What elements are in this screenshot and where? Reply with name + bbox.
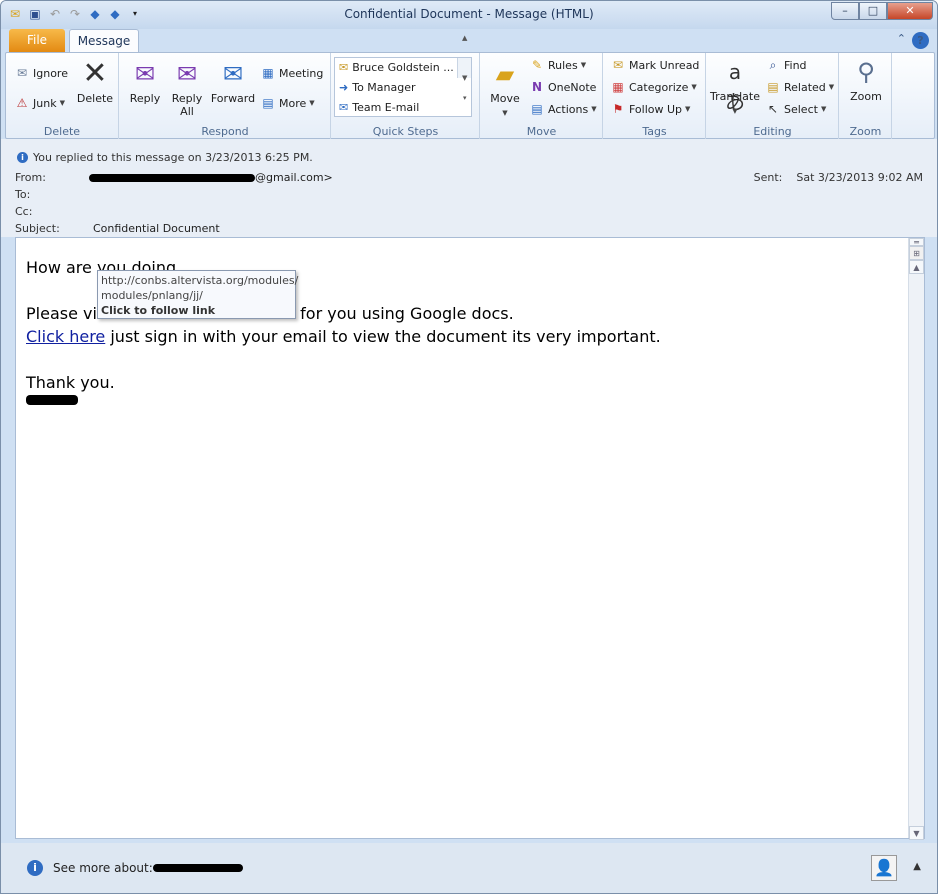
junk-icon: ⚠ bbox=[16, 96, 28, 110]
folder-icon: ▰ bbox=[495, 60, 515, 88]
more-respond-button[interactable]: ▤ More ▼ bbox=[260, 95, 314, 111]
related-icon: ▤ bbox=[767, 80, 779, 94]
flag-icon: ⚑ bbox=[612, 102, 624, 116]
collapse-ribbon-icon[interactable]: ⌃ bbox=[897, 32, 906, 49]
message-header: i You replied to this message on 3/23/201… bbox=[1, 139, 937, 237]
message-body-pane: How are you doing. Please vi ded for you … bbox=[15, 237, 925, 840]
quick-steps-gallery: ✉ Bruce Goldstein ... ➜ To Manager ✉ Team E… bbox=[334, 34, 472, 118]
window-title: Confidential Document - Message (HTML) bbox=[344, 7, 594, 21]
actions-button[interactable]: ▤ Actions ▼ bbox=[529, 101, 596, 117]
body-line: Click here just sign in with your email … bbox=[26, 327, 661, 346]
follow-up-button[interactable]: ⚑ Follow Up ▼ bbox=[610, 101, 691, 117]
ribbon-tabs: File Message ⌃ ? bbox=[1, 29, 937, 53]
reply-icon: ✉ bbox=[134, 60, 156, 88]
ignore-icon: ✉ bbox=[16, 66, 28, 80]
translate-button[interactable]: aあ Translate ▼ bbox=[709, 57, 761, 118]
onenote-icon: N bbox=[531, 80, 543, 94]
body-line: Thank you. bbox=[26, 373, 115, 392]
mail-icon: ✉ bbox=[339, 61, 349, 74]
title-bar: ✉ ▣ ↶ ↷ ◆ ◆ ▾ Confidential Document - Me… bbox=[1, 1, 937, 29]
reply-button[interactable]: ✉ Reply bbox=[128, 59, 162, 105]
mail-icon: ✉ bbox=[339, 101, 349, 114]
group-move: ▰ Move ▼ ✎ Rules ▼ N OneNote ▤ Actions ▼ Move bbox=[481, 53, 603, 139]
actions-icon: ▤ bbox=[531, 102, 543, 116]
expand-people-pane-icon[interactable]: ▲ bbox=[913, 861, 921, 872]
info-icon: i bbox=[27, 860, 43, 876]
scroll-up-icon[interactable]: ▲ bbox=[909, 260, 924, 274]
subject-label: Subject: bbox=[15, 222, 60, 235]
vertical-scrollbar[interactable]: ═ ⊞ ▲ ▼ bbox=[908, 238, 924, 840]
translate-icon: aあ bbox=[725, 60, 745, 114]
related-button[interactable]: ▤ Related ▼ bbox=[765, 79, 834, 95]
redacted-name bbox=[152, 864, 243, 872]
quick-steps-scrollbar[interactable]: ▲ ▼ ▾ bbox=[457, 34, 471, 102]
to-label: To: bbox=[15, 188, 31, 201]
from-label: From: bbox=[15, 171, 46, 184]
move-button[interactable]: ▰ Move ▼ bbox=[487, 59, 523, 120]
outlook-message-window: ✉ ▣ ↶ ↷ ◆ ◆ ▾ Confidential Document - Me… bbox=[0, 0, 938, 894]
redacted-signature bbox=[26, 394, 78, 405]
link-tooltip: http://conbs.altervista.org/modules/ mod… bbox=[97, 270, 298, 319]
group-editing: aあ Translate ▼ ⌕ Find ▤ Related ▼ ↖ Select ▼ Ed… bbox=[707, 53, 839, 139]
group-respond: ✉ Reply ✉ Reply All ✉ Forward ▦ Meeting ▤ More… bbox=[120, 53, 331, 139]
envelope-icon: ✉ bbox=[612, 58, 624, 72]
scroll-down-icon[interactable]: ▼ bbox=[909, 826, 924, 840]
ribbon: ✉ Ignore ⚠ Junk ▼ ✕ Delete Delete ✉ Reply ✉ Re… bbox=[5, 34, 935, 139]
group-tags: ✉ Mark Unread ▦ Categorize ▼ ⚑ Follow Up ▼ Ta… bbox=[604, 53, 706, 139]
find-button[interactable]: ⌕ Find bbox=[765, 57, 807, 73]
maximize-button[interactable]: □ bbox=[859, 2, 887, 20]
group-delete: ✉ Ignore ⚠ Junk ▼ ✕ Delete Delete bbox=[6, 53, 119, 139]
reply-all-button[interactable]: ✉ Reply All bbox=[170, 59, 204, 118]
redacted-sender bbox=[89, 174, 255, 182]
group-zoom: ⚲ Zoom Zoom bbox=[840, 53, 892, 139]
quick-step-item[interactable]: ➜ To Manager bbox=[335, 78, 471, 98]
tab-file[interactable]: File bbox=[9, 29, 65, 52]
calendar-icon: ▦ bbox=[262, 66, 274, 80]
scroll-pane-icon[interactable]: ⊞ bbox=[909, 246, 924, 260]
meeting-button[interactable]: ▦ Meeting bbox=[260, 65, 323, 81]
avatar[interactable]: 👤 bbox=[871, 855, 897, 881]
phishing-link[interactable]: Click here bbox=[26, 327, 105, 346]
scroll-grip-icon: ═ bbox=[909, 238, 924, 247]
people-pane: i See more about: 👤 ▲ bbox=[1, 843, 937, 893]
delete-button[interactable]: ✕ Delete bbox=[76, 56, 114, 106]
forward-button[interactable]: ✉ Forward bbox=[210, 59, 256, 105]
categorize-button[interactable]: ▦ Categorize ▼ bbox=[610, 79, 696, 95]
zoom-button[interactable]: ⚲ Zoom bbox=[846, 57, 886, 103]
sent-date: Sent: Sat 3/23/2013 9:02 AM bbox=[753, 171, 923, 184]
info-icon: i bbox=[17, 152, 28, 163]
categorize-icon: ▦ bbox=[612, 80, 624, 94]
ignore-button[interactable]: ✉ Ignore bbox=[14, 65, 68, 81]
subject-value: Confidential Document bbox=[93, 222, 220, 235]
delete-x-icon: ✕ bbox=[82, 56, 108, 91]
tab-message[interactable]: Message bbox=[69, 29, 139, 53]
minimize-button[interactable]: – bbox=[831, 2, 859, 20]
select-button[interactable]: ↖ Select ▼ bbox=[765, 101, 826, 117]
magnifier-icon: ⚲ bbox=[857, 58, 875, 86]
close-button[interactable]: ✕ bbox=[887, 2, 933, 20]
forward-icon: ✉ bbox=[222, 60, 244, 88]
quick-step-item[interactable]: ✉ Team E-mail bbox=[335, 98, 471, 118]
reply-all-icon: ✉ bbox=[176, 60, 198, 88]
rules-button[interactable]: ✎ Rules ▼ bbox=[529, 57, 586, 73]
junk-button[interactable]: ⚠ Junk ▼ bbox=[14, 95, 65, 111]
cc-label: Cc: bbox=[15, 205, 33, 218]
from-value[interactable]: @gmail.com> bbox=[89, 171, 333, 184]
see-more-about: i See more about: bbox=[27, 860, 243, 876]
replied-infobar: i You replied to this message on 3/23/201… bbox=[17, 151, 313, 164]
more-icon: ▤ bbox=[262, 96, 274, 110]
help-icon[interactable]: ? bbox=[912, 32, 929, 49]
cursor-icon: ↖ bbox=[767, 102, 779, 116]
quick-step-item[interactable]: ✉ Bruce Goldstein ... bbox=[335, 58, 471, 78]
rules-icon: ✎ bbox=[531, 58, 543, 72]
binoculars-icon: ⌕ bbox=[769, 58, 777, 72]
onenote-button[interactable]: N OneNote bbox=[529, 79, 596, 95]
forward-icon: ➜ bbox=[339, 81, 349, 94]
mark-unread-button[interactable]: ✉ Mark Unread bbox=[610, 57, 699, 73]
